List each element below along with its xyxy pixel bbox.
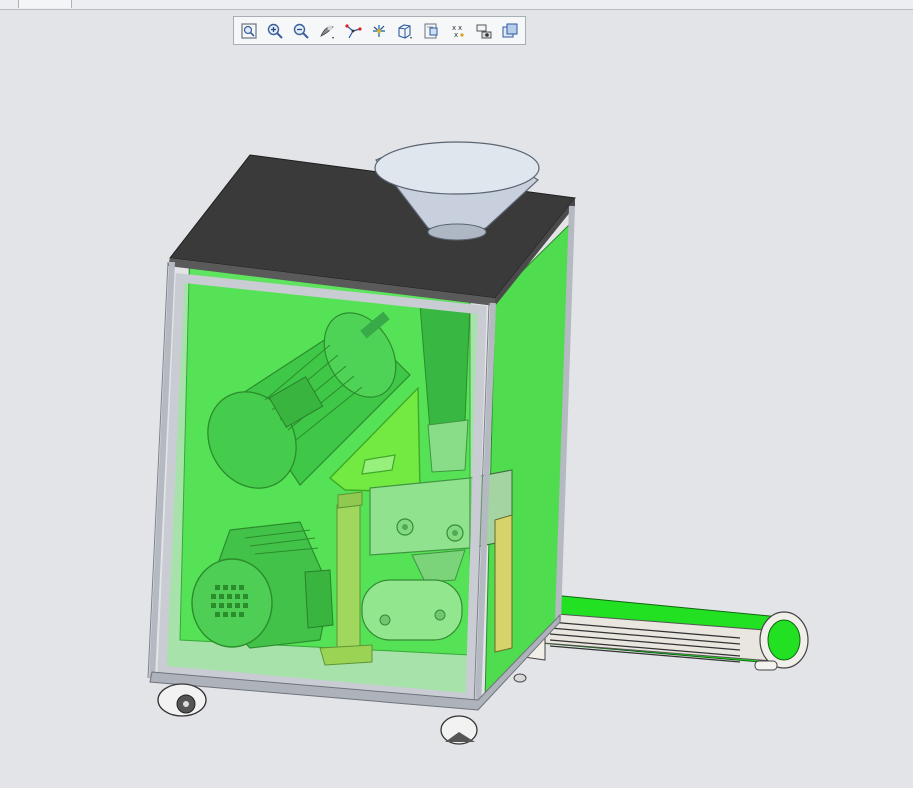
food-extruder-assembly[interactable]	[147, 141, 809, 745]
model-tab[interactable]	[18, 0, 72, 8]
model-viewport[interactable]	[0, 10, 913, 788]
window-tab-strip	[0, 0, 913, 10]
